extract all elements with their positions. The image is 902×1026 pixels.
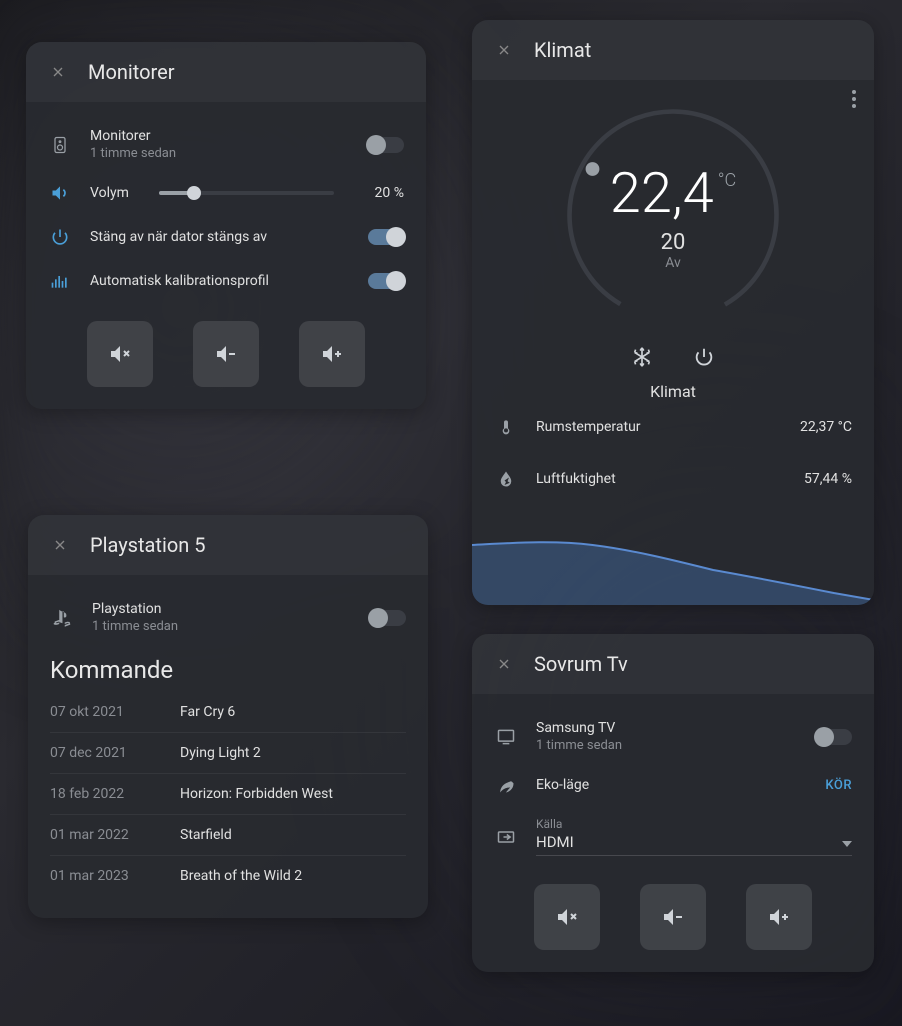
card-header: Monitorer	[26, 42, 426, 102]
current-temp: 22,4	[610, 160, 714, 226]
mute-button[interactable]	[87, 321, 153, 387]
temp-chart	[472, 515, 874, 605]
calib-toggle[interactable]	[368, 273, 404, 289]
shutdown-label: Stäng av när dator stängs av	[90, 229, 350, 245]
climate-state: Av	[665, 255, 681, 271]
card-title: Monitorer	[88, 60, 175, 84]
target-temp: 20	[661, 230, 686, 255]
snowflake-icon[interactable]	[631, 346, 653, 372]
room-temp-label: Rumstemperatur	[536, 419, 641, 435]
card-header: Sovrum Tv	[472, 634, 874, 694]
card-title: Klimat	[534, 38, 591, 62]
mute-button[interactable]	[534, 884, 600, 950]
monitorer-card: Monitorer Monitorer 1 timme sedan Volym …	[26, 42, 426, 409]
humidity-icon	[494, 467, 518, 491]
playstation-icon	[50, 606, 74, 630]
close-icon[interactable]	[494, 40, 514, 60]
chevron-down-icon	[842, 832, 852, 851]
device-row: Playstation 1 timme sedan	[50, 591, 406, 644]
speaker-icon	[48, 133, 72, 157]
list-item: 18 feb 2022Horizon: Forbidden West	[50, 774, 406, 815]
thermometer-icon	[494, 415, 518, 439]
source-row: Källa HDMI	[494, 807, 852, 866]
temp-unit: °C	[718, 170, 737, 191]
list-item: 01 mar 2022Starfield	[50, 815, 406, 856]
close-icon[interactable]	[50, 535, 70, 555]
power-icon[interactable]	[693, 346, 715, 372]
device-name: Monitorer	[90, 128, 350, 144]
volume-slider[interactable]	[159, 191, 334, 195]
card-title: Sovrum Tv	[534, 652, 628, 676]
klimat-card: Klimat 22,4 °C 20 Av	[472, 20, 874, 605]
close-icon[interactable]	[48, 62, 68, 82]
thermostat[interactable]: 22,4 °C 20 Av	[558, 100, 788, 330]
device-toggle[interactable]	[370, 610, 406, 626]
shutdown-toggle[interactable]	[368, 229, 404, 245]
volume-up-button[interactable]	[746, 884, 812, 950]
device-sub: 1 timme sedan	[536, 738, 798, 753]
upcoming-title: Kommande	[50, 656, 406, 684]
list-item: 01 mar 2023Breath of the Wild 2	[50, 856, 406, 896]
device-toggle[interactable]	[816, 729, 852, 745]
device-sub: 1 timme sedan	[92, 619, 352, 634]
leaf-icon	[494, 773, 518, 797]
close-icon[interactable]	[494, 654, 514, 674]
ps5-card: Playstation 5 Playstation 1 timme sedan …	[28, 515, 428, 918]
device-sub: 1 timme sedan	[90, 146, 350, 161]
source-select[interactable]: Källa HDMI	[536, 817, 852, 856]
volume-icon	[48, 181, 72, 205]
input-icon	[494, 825, 518, 849]
equalizer-icon	[48, 269, 72, 293]
power-icon	[48, 225, 72, 249]
card-header: Playstation 5	[28, 515, 428, 575]
volume-row: Volym 20 %	[48, 171, 404, 215]
calib-label: Automatisk kalibrationsprofil	[90, 273, 350, 289]
room-temp-row: Rumstemperatur 22,37 °C	[494, 401, 852, 453]
tv-icon	[494, 725, 518, 749]
upcoming-list: 07 okt 2021Far Cry 6 07 dec 2021Dying Li…	[50, 692, 406, 896]
more-icon[interactable]	[852, 90, 856, 112]
run-button[interactable]: KÖR	[825, 778, 852, 793]
list-item: 07 okt 2021Far Cry 6	[50, 692, 406, 733]
volume-down-button[interactable]	[640, 884, 706, 950]
humidity-value: 57,44 %	[804, 471, 852, 487]
room-temp-value: 22,37 °C	[800, 419, 852, 435]
eco-row: Eko-läge KÖR	[494, 763, 852, 807]
list-item: 07 dec 2021Dying Light 2	[50, 733, 406, 774]
calib-row: Automatisk kalibrationsprofil	[48, 259, 404, 303]
device-toggle[interactable]	[368, 137, 404, 153]
tv-card: Sovrum Tv Samsung TV 1 timme sedan Eko-l…	[472, 634, 874, 972]
device-row: Monitorer 1 timme sedan	[48, 118, 404, 171]
source-label: Källa	[536, 817, 574, 831]
device-name: Samsung TV	[536, 720, 798, 736]
volume-down-button[interactable]	[193, 321, 259, 387]
humidity-label: Luftfuktighet	[536, 471, 616, 487]
climate-label: Klimat	[494, 382, 852, 401]
volume-up-button[interactable]	[299, 321, 365, 387]
device-row: Samsung TV 1 timme sedan	[494, 710, 852, 763]
card-header: Klimat	[472, 20, 874, 80]
shutdown-row: Stäng av när dator stängs av	[48, 215, 404, 259]
humidity-row: Luftfuktighet 57,44 %	[494, 453, 852, 505]
source-value: HDMI	[536, 833, 574, 851]
card-title: Playstation 5	[90, 533, 205, 557]
device-name: Playstation	[92, 601, 352, 617]
volume-value: 20 %	[364, 185, 404, 201]
eco-label: Eko-läge	[536, 777, 807, 793]
volume-label: Volym	[90, 185, 129, 201]
